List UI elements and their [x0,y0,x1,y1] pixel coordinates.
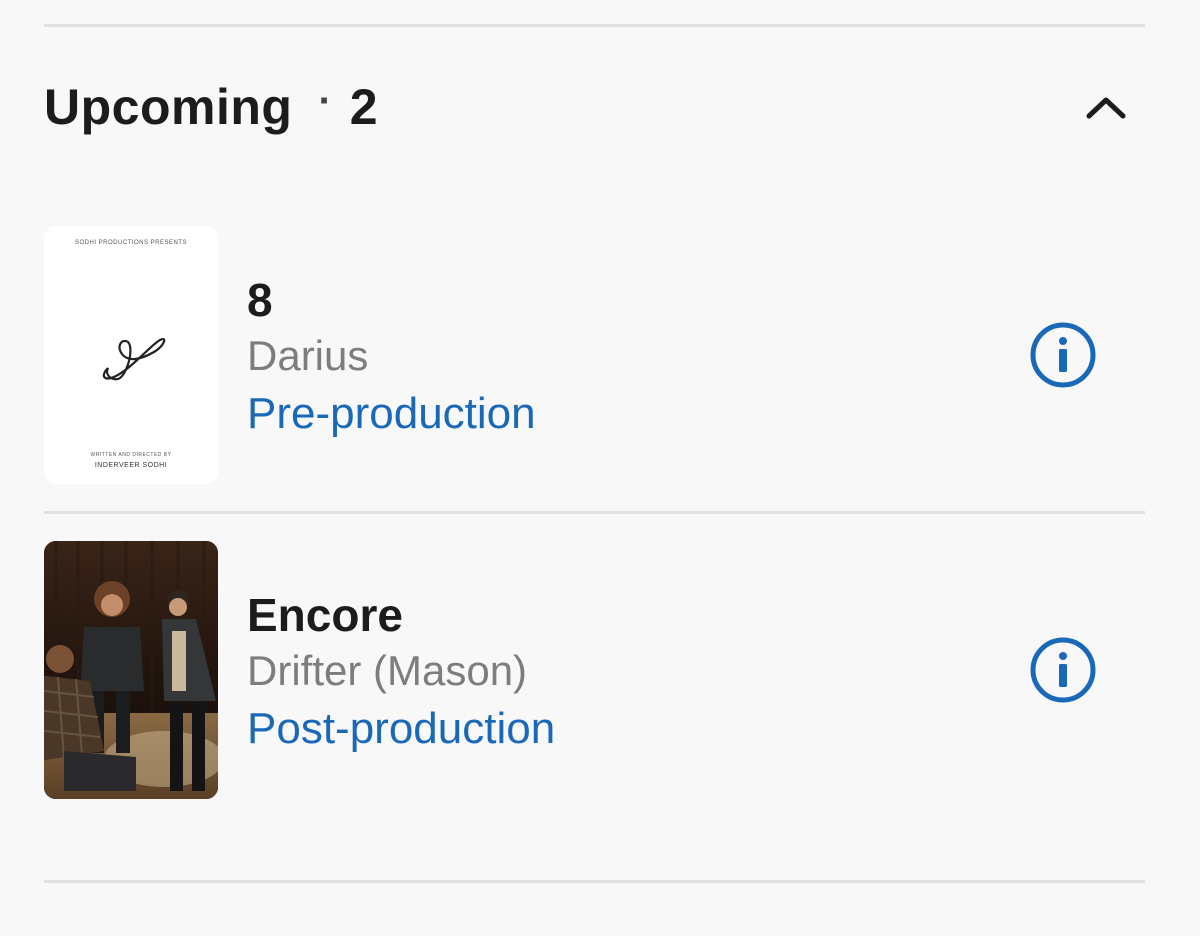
poster-credit-name: INDERVEER SODHI [94,462,168,469]
row-divider [44,511,1145,514]
info-icon [1030,637,1096,703]
poster-credit-line: WRITTEN AND DIRECTED BY [90,452,172,458]
project-role: Darius [247,332,369,379]
project-info: 8 Darius Pre-production [247,272,536,444]
stage-photo [44,541,218,799]
project-title: 8 [247,274,273,326]
project-title: Encore [247,589,403,641]
upcoming-projects-page: Upcoming · 2 SODHI PRODUCTIONS PRESENTS … [0,0,1200,936]
poster-thumbnail[interactable]: SODHI PRODUCTIONS PRESENTS WRITTEN AND D… [44,226,218,484]
bottom-divider [44,880,1145,883]
infinity-eight-logo [102,338,166,381]
project-status[interactable]: Pre-production [247,384,536,444]
top-divider [44,24,1145,27]
poster-thumbnail[interactable] [44,541,218,799]
section-count: 2 [349,79,378,135]
section-header[interactable]: Upcoming · 2 [44,72,1145,142]
project-role: Drifter (Mason) [247,647,528,694]
project-info: Encore Drifter (Mason) Post-production [247,587,555,759]
info-button[interactable] [1028,635,1098,705]
project-status[interactable]: Post-production [247,699,555,759]
info-button[interactable] [1028,320,1098,390]
section-title: Upcoming [44,79,293,135]
chevron-up-icon [1086,97,1126,119]
info-icon [1030,322,1096,388]
list-item[interactable]: Encore Drifter (Mason) Post-production [44,541,1145,801]
list-item[interactable]: SODHI PRODUCTIONS PRESENTS WRITTEN AND D… [44,226,1145,486]
collapse-section-button[interactable] [1080,84,1132,130]
section-separator: · [318,78,332,123]
